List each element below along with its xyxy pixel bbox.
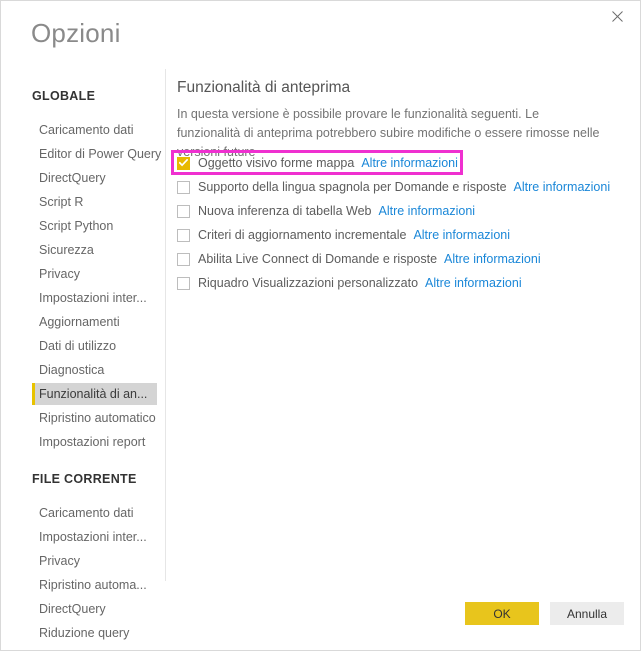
sidebar-item-label: Sicurezza [39,243,94,257]
main-panel: Funzionalità di anteprima In questa vers… [177,1,640,650]
sidebar-item-label: Impostazioni inter... [39,530,147,544]
sidebar-item-label: Dati di utilizzo [39,339,117,353]
sidebar-item-diagnostica[interactable]: Diagnostica [32,359,157,381]
learn-more-link[interactable]: Altre informazioni [361,156,458,170]
sidebar-item-label: Ripristino automatico [39,411,156,425]
checkbox-unchecked-icon[interactable] [177,204,190,218]
learn-more-link[interactable]: Altre informazioni [425,276,522,290]
sidebar-item-caricamento-dati[interactable]: Caricamento dati [32,502,157,524]
sidebar-item-caricamento-dati[interactable]: Caricamento dati [32,119,157,141]
sidebar-item-impostazioni-inter[interactable]: Impostazioni inter... [32,287,157,309]
checkbox-unchecked-icon[interactable] [177,180,190,194]
preview-features-list: Oggetto visivo forme mappa Altre informaz… [177,151,617,295]
page-title: Opzioni [31,18,121,48]
sidebar-item-label: Impostazioni inter... [39,291,147,305]
cancel-button[interactable]: Annulla [550,602,624,625]
sidebar-item-label: DirectQuery [39,602,106,616]
learn-more-link[interactable]: Altre informazioni [444,252,541,266]
sidebar-item-privacy[interactable]: Privacy [32,550,157,572]
sidebar-item-directquery[interactable]: DirectQuery [32,167,157,189]
sidebar-item-sicurezza[interactable]: Sicurezza [32,239,157,261]
preview-feature-label[interactable]: Oggetto visivo forme mappa [198,156,354,170]
learn-more-link[interactable]: Altre informazioni [379,204,476,218]
preview-feature-row: Oggetto visivo forme mappa Altre informaz… [177,151,617,175]
checkbox-checked-icon[interactable] [177,156,190,170]
ok-button[interactable]: OK [465,602,539,625]
sidebar-item-label: Editor di Power Query [39,147,162,161]
sidebar-item-label: Impostazioni report [39,435,146,449]
sidebar-item-label: Privacy [39,267,80,281]
section-heading: Funzionalità di anteprima [177,79,351,96]
options-dialog: Opzioni GLOBALE Caricamento dati Editor di… [0,0,641,651]
preview-feature-label[interactable]: Abilita Live Connect di Domande e rispos… [198,252,437,266]
sidebar-item-riduzione-query[interactable]: Riduzione query [32,622,157,644]
sidebar-item-impostazioni-inter[interactable]: Impostazioni inter... [32,526,157,548]
sidebar-item-dati-di-utilizzo[interactable]: Dati di utilizzo [32,335,157,357]
sidebar-item-label: DirectQuery [39,171,106,185]
dialog-footer: OK Annulla [465,602,624,625]
learn-more-link[interactable]: Altre informazioni [413,228,510,242]
checkbox-unchecked-icon[interactable] [177,228,190,242]
preview-feature-label[interactable]: Criteri di aggiornamento incrementale [198,228,406,242]
sidebar-item-directquery[interactable]: DirectQuery [32,598,157,620]
sidebar-item-script-python[interactable]: Script Python [32,215,157,237]
sidebar-item-label: Privacy [39,554,80,568]
sidebar-item-funzionalit-di-an[interactable]: Funzionalità di an... [32,383,157,405]
preview-feature-row: Supporto della lingua spagnola per Doman… [177,175,617,199]
sidebar-item-label: Aggiornamenti [39,315,120,329]
preview-feature-row: Riquadro Visualizzazioni personalizzato A… [177,271,617,295]
sidebar-item-aggiornamenti[interactable]: Aggiornamenti [32,311,157,333]
sidebar-group-title: FILE CORRENTE [32,472,137,486]
sidebar-item-label: Riduzione query [39,626,130,640]
sidebar-item-label: Caricamento dati [39,506,134,520]
sidebar-item-script-r[interactable]: Script R [32,191,157,213]
preview-feature-label[interactable]: Supporto della lingua spagnola per Doman… [198,180,507,194]
sidebar-item-ripristino-automa[interactable]: Ripristino automa... [32,574,157,596]
sidebar-group-title: GLOBALE [32,89,96,103]
sidebar-item-label: Funzionalità di an... [39,387,148,401]
sidebar-item-ripristino-automatico[interactable]: Ripristino automatico [32,407,157,429]
learn-more-link[interactable]: Altre informazioni [514,180,611,194]
sidebar-item-label: Caricamento dati [39,123,134,137]
preview-feature-row: Criteri di aggiornamento incrementale Alt… [177,223,617,247]
preview-feature-row: Nuova inferenza di tabella Web Altre info… [177,199,617,223]
sidebar-item-editor-di-power-query[interactable]: Editor di Power Query [32,143,161,165]
sidebar-item-label: Script Python [39,219,114,233]
sidebar: GLOBALE Caricamento dati Editor di Power Q… [1,63,166,650]
checkbox-unchecked-icon[interactable] [177,276,190,290]
sidebar-item-privacy[interactable]: Privacy [32,263,157,285]
sidebar-item-label: Diagnostica [39,363,105,377]
preview-feature-label[interactable]: Riquadro Visualizzazioni personalizzato [198,276,418,290]
preview-feature-row: Abilita Live Connect di Domande e rispos… [177,247,617,271]
checkbox-unchecked-icon[interactable] [177,252,190,266]
preview-feature-label[interactable]: Nuova inferenza di tabella Web [198,204,372,218]
sidebar-item-label: Script R [39,195,84,209]
sidebar-item-impostazioni-report[interactable]: Impostazioni report [32,646,157,650]
sidebar-item-label: Ripristino automa... [39,578,147,592]
sidebar-item-impostazioni-report[interactable]: Impostazioni report [32,431,157,453]
